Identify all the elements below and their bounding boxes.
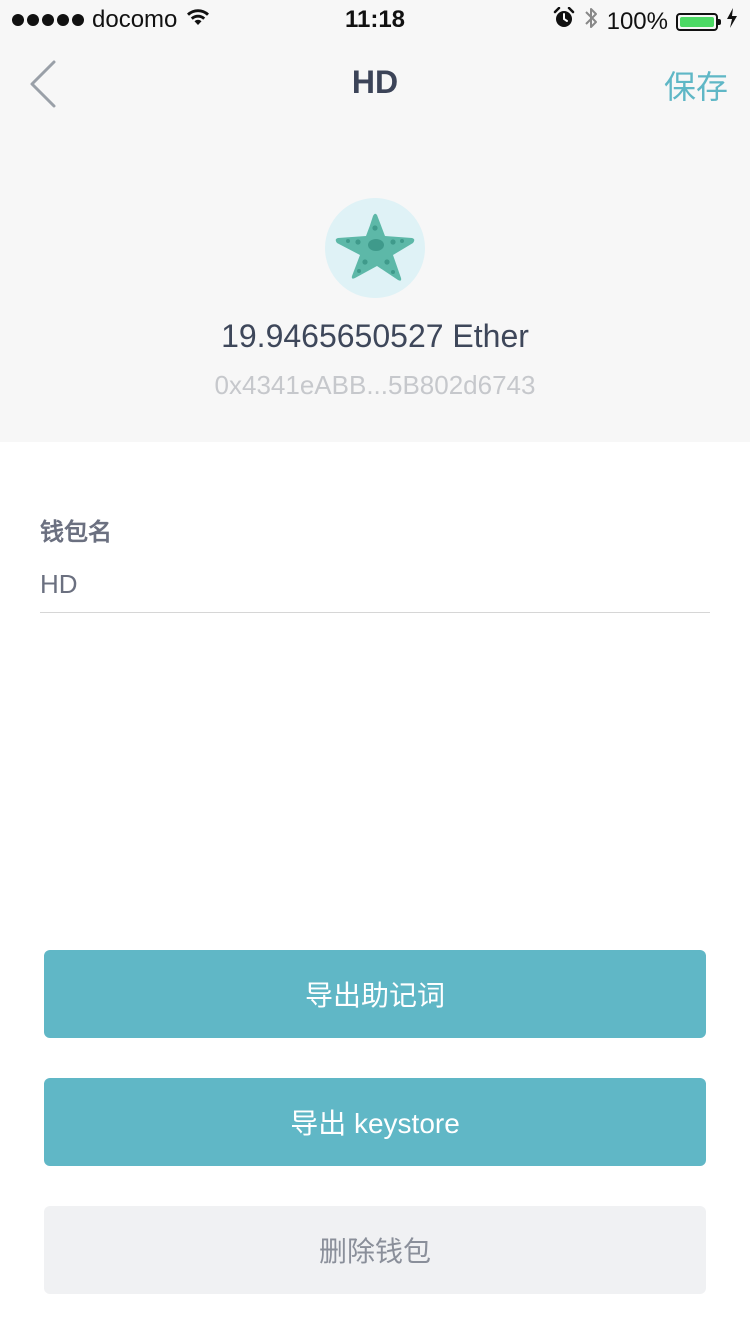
wallet-address[interactable]: 0x4341eABB...5B802d6743 [0,370,750,401]
alarm-icon [553,6,575,36]
charging-bolt-icon [726,7,738,36]
delete-wallet-button[interactable]: 删除钱包 [44,1206,706,1294]
wallet-balance: 19.9465650527 Ether [221,318,529,354]
battery-percent: 100% [606,7,668,35]
wallet-avatar [325,198,425,298]
battery-icon [676,12,721,31]
export-keystore-button[interactable]: 导出 keystore [44,1078,706,1166]
navigation-bar: HD 保存 [0,40,750,128]
wallet-name-input[interactable] [40,556,710,613]
status-right: 100% [553,6,738,37]
wallet-detail-screen: docomo 11:18 100% HD 保存 19.9465650527 Et… [0,0,750,1334]
save-button[interactable]: 保存 [664,62,728,108]
status-bar: docomo 11:18 100% [0,0,750,40]
bluetooth-icon [583,6,599,37]
wallet-name-label: 钱包名 [40,519,112,546]
starfish-icon [335,213,415,281]
page-title: HD [351,64,399,100]
export-mnemonic-button[interactable]: 导出助记词 [44,950,706,1038]
